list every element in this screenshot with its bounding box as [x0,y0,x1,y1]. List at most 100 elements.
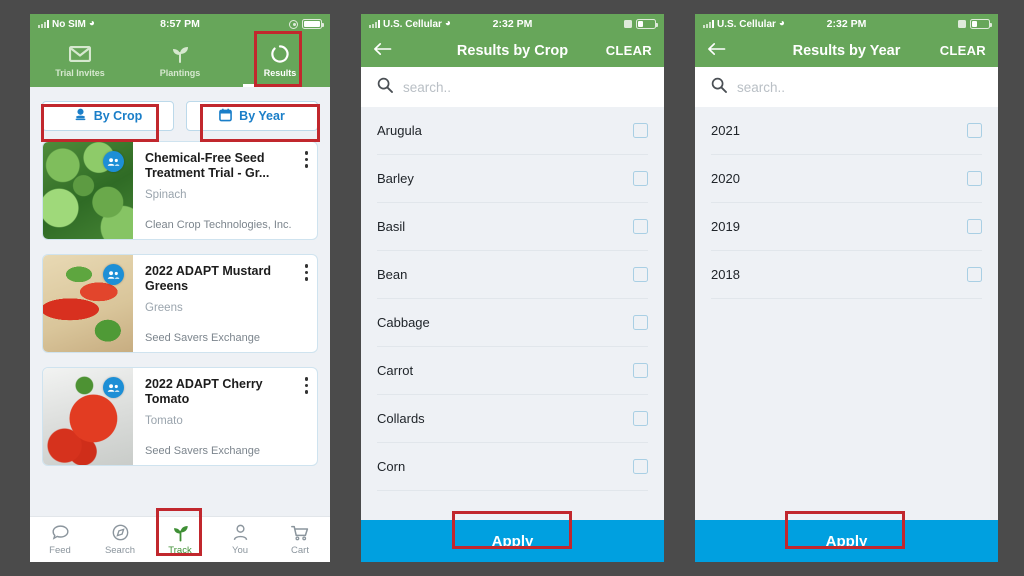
list-item[interactable]: Corn [377,443,648,491]
list-item[interactable]: 2021 [711,107,982,155]
seedling-icon [171,524,190,542]
nav-item-feed[interactable]: Feed [30,524,90,556]
card-thumbnail [43,255,133,352]
checkbox[interactable] [633,411,648,426]
carrier-label: No SIM [52,18,86,30]
list-item[interactable]: Bean [377,251,648,299]
card-info: Chemical-Free Seed Treatment Trial - Gr.… [133,142,317,239]
checkbox[interactable] [633,363,648,378]
nav-item-track[interactable]: Track [150,524,210,556]
battery-icon [302,19,324,29]
tab-results[interactable]: Results [230,34,330,87]
list-item-label: Barley [377,171,414,186]
list-item[interactable]: Cabbage [377,299,648,347]
signal-bars-icon [703,20,714,28]
apply-button[interactable]: Apply [361,520,664,562]
search-bar[interactable]: search.. [695,67,998,107]
signal-bars-icon [38,20,49,28]
status-bar: U.S. Cellular ◕ 2:32 PM [695,14,998,34]
checkbox[interactable] [967,219,982,234]
compass-icon [112,524,129,542]
card-crop: Spinach [145,189,187,201]
search-input[interactable]: search.. [737,80,785,95]
filter-by-crop-button[interactable]: By Crop [42,101,174,131]
nav-label: You [231,544,249,556]
nav-item-you[interactable]: You [210,524,270,556]
calendar-icon [219,108,233,125]
card-org: Seed Savers Exchange [145,445,260,457]
list-item[interactable]: Carrot [377,347,648,395]
list-item-label: Arugula [377,123,422,138]
list-item[interactable]: Barley [377,155,648,203]
group-people-icon [103,264,124,285]
tab-plantings[interactable]: Plantings [130,34,230,87]
wifi-icon: ◕ [778,18,785,29]
clear-button[interactable]: CLEAR [940,43,986,58]
battery-icon [970,19,992,29]
filter-label: By Year [239,109,285,123]
search-bar[interactable]: search.. [361,67,664,107]
checkbox[interactable] [633,315,648,330]
rotation-lock-icon [289,19,298,29]
crop-filter-list: Arugula Barley Basil Bean Cabbage Carrot… [361,107,664,520]
search-input[interactable]: search.. [403,80,451,95]
shopping-cart-icon [291,524,309,542]
wifi-icon: ◕ [444,18,451,29]
status-left: No SIM ◕ [38,19,95,30]
wifi-icon: ◕ [88,18,95,29]
checkbox[interactable] [967,267,982,282]
search-icon [711,77,727,98]
nav-item-cart[interactable]: Cart [270,524,330,556]
nav-label: Track [168,544,192,556]
search-icon [377,77,393,98]
nav-label: Cart [291,544,309,556]
checkbox[interactable] [967,123,982,138]
card-org: Seed Savers Exchange [145,332,260,344]
result-card[interactable]: 2022 ADAPT Cherry Tomato Tomato Seed Sav… [42,367,318,466]
card-thumbnail [43,142,133,239]
list-item[interactable]: Collards [377,395,648,443]
checkbox[interactable] [967,171,982,186]
checkbox[interactable] [633,123,648,138]
card-info: 2022 ADAPT Cherry Tomato Tomato Seed Sav… [133,368,317,465]
checkbox[interactable] [633,267,648,282]
checkbox[interactable] [633,459,648,474]
alarm-icon [958,20,966,28]
kebab-menu-icon[interactable] [304,151,308,168]
clear-button[interactable]: CLEAR [606,43,652,58]
list-item[interactable]: Arugula [377,107,648,155]
tab-trial-invites[interactable]: Trial Invites [30,34,130,87]
list-item[interactable]: 2019 [711,203,982,251]
kebab-menu-icon[interactable] [304,264,308,281]
back-arrow-icon[interactable] [373,42,395,59]
result-card[interactable]: 2022 ADAPT Mustard Greens Greens Seed Sa… [42,254,318,353]
checkbox[interactable] [633,171,648,186]
top-tab-bar: Trial Invites Plantings Results [30,34,330,87]
crop-sprout-icon [74,108,87,125]
result-card[interactable]: Chemical-Free Seed Treatment Trial - Gr.… [42,141,318,240]
checkbox[interactable] [633,219,648,234]
phone-screen-results-by-crop: U.S. Cellular ◕ 2:32 PM Results by Crop … [361,14,664,562]
list-item-label: 2021 [711,123,740,138]
card-crop: Tomato [145,415,183,427]
tab-label: Trial Invites [55,68,105,78]
status-left: U.S. Cellular ◕ [369,19,451,30]
list-item[interactable]: Basil [377,203,648,251]
card-thumbnail [43,368,133,465]
filter-by-year-button[interactable]: By Year [186,101,318,131]
list-item-label: Cabbage [377,315,430,330]
tab-label: Results [263,68,297,78]
list-item[interactable]: 2020 [711,155,982,203]
list-item-label: Bean [377,267,408,282]
apply-button[interactable]: Apply [695,520,998,562]
list-item[interactable]: 2018 [711,251,982,299]
nav-item-search[interactable]: Search [90,524,150,556]
group-people-icon [103,151,124,172]
filter-label: By Crop [93,109,143,123]
status-right [289,19,324,29]
nav-bar: Results by Crop CLEAR [361,34,664,67]
nav-label: Search [104,544,136,556]
status-bar: No SIM ◕ 8:57 PM [30,14,330,34]
back-arrow-icon[interactable] [707,42,729,59]
kebab-menu-icon[interactable] [304,377,308,394]
